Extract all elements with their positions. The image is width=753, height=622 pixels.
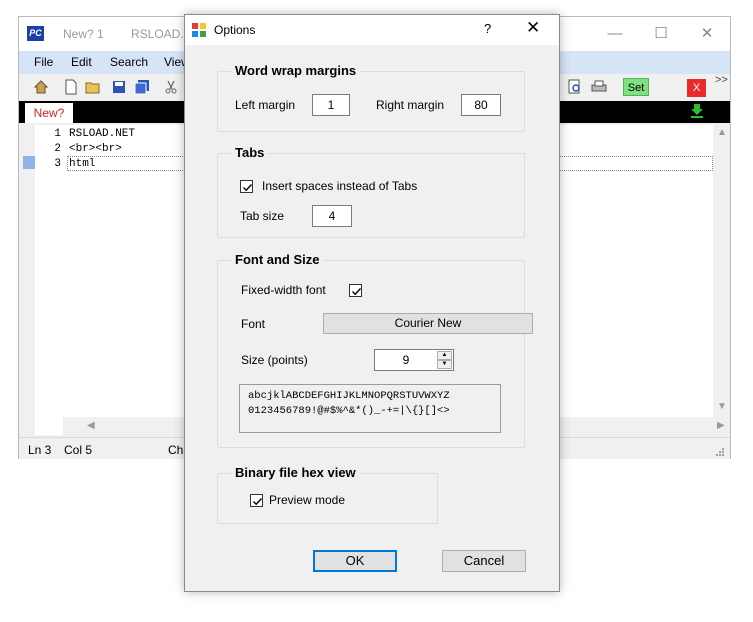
open-folder-icon[interactable] xyxy=(85,79,101,95)
window-close-button[interactable]: ✕ xyxy=(685,21,729,47)
current-line-marker xyxy=(23,156,35,169)
minimize-button[interactable]: — xyxy=(593,21,637,47)
close-document-button[interactable]: X xyxy=(687,79,706,97)
font-label: Font xyxy=(241,317,266,331)
spin-up-icon[interactable]: ▲ xyxy=(437,351,452,360)
scroll-left-icon[interactable]: ◀ xyxy=(87,420,95,431)
tab-new-document[interactable]: New? xyxy=(25,103,73,123)
tab-size-label: Tab size xyxy=(240,209,285,223)
insert-spaces-label[interactable]: Insert spaces instead of Tabs xyxy=(262,179,417,193)
word-wrap-group-title: Word wrap margins xyxy=(231,63,361,78)
preview-mode-label[interactable]: Preview mode xyxy=(269,493,345,507)
dialog-close-button[interactable]: ✕ xyxy=(526,18,540,38)
font-size-group-title: Font and Size xyxy=(231,252,324,267)
right-margin-input[interactable]: 80 xyxy=(461,94,501,116)
ok-button[interactable]: OK xyxy=(313,550,397,572)
size-spinner-buttons: ▲ ▼ xyxy=(437,351,452,369)
size-value[interactable]: 9 xyxy=(375,350,437,370)
insert-spaces-checkbox[interactable] xyxy=(240,180,253,193)
spin-down-icon[interactable]: ▼ xyxy=(437,360,452,369)
save-icon[interactable] xyxy=(111,79,127,95)
left-margin-input[interactable]: 1 xyxy=(312,94,350,116)
dialog-titlebar: Options ? ✕ xyxy=(185,15,559,45)
status-line: Ln 3 xyxy=(28,443,52,457)
cut-icon[interactable] xyxy=(163,79,179,95)
status-column: Col 5 xyxy=(64,443,93,457)
help-button[interactable]: ? xyxy=(484,21,491,36)
home-icon[interactable] xyxy=(33,79,49,95)
line-number-gutter: 1 2 3 xyxy=(21,125,63,435)
word-wrap-group: Word wrap margins Left margin 1 Right ma… xyxy=(217,63,525,132)
menu-search[interactable]: Search xyxy=(110,55,148,69)
resize-grip-icon[interactable] xyxy=(715,447,725,457)
font-preview-line: abcjklABCDEFGHIJKLMNOPQRSTUVWXYZ xyxy=(248,390,450,402)
menu-file[interactable]: File xyxy=(34,55,53,69)
new-file-icon[interactable] xyxy=(63,79,79,95)
scroll-right-icon[interactable]: ▶ xyxy=(717,420,725,431)
left-margin-label: Left margin xyxy=(235,98,296,112)
dialog-title: Options xyxy=(214,23,256,37)
save-all-icon[interactable] xyxy=(134,79,150,95)
vertical-scrollbar[interactable]: ▲ ▼ xyxy=(713,125,730,417)
binary-hex-group: Binary file hex view Preview mode xyxy=(217,465,438,524)
font-select-button[interactable]: Courier New xyxy=(323,313,533,334)
print-icon[interactable] xyxy=(591,79,607,95)
cancel-button[interactable]: Cancel xyxy=(442,550,526,572)
code-line[interactable]: <br><br> xyxy=(69,143,122,155)
line-number: 2 xyxy=(54,143,61,155)
toolbar-overflow-button[interactable]: >> xyxy=(715,74,728,86)
editor-title-document: New? 1 xyxy=(63,27,104,41)
size-spinner[interactable]: 9 ▲ ▼ xyxy=(374,349,454,371)
line-number: 1 xyxy=(54,128,61,140)
font-size-group: Font and Size Fixed-width font Font Cour… xyxy=(217,252,533,448)
fixed-width-checkbox[interactable] xyxy=(349,284,362,297)
binary-hex-group-title: Binary file hex view xyxy=(231,465,360,480)
right-margin-label: Right margin xyxy=(376,98,445,112)
options-dialog: Options ? ✕ Word wrap margins Left margi… xyxy=(184,14,560,592)
set-button[interactable]: Set xyxy=(623,78,649,96)
scroll-down-icon[interactable]: ▼ xyxy=(717,401,727,412)
checkmark-icon xyxy=(253,498,263,506)
options-icon xyxy=(192,23,206,37)
code-line[interactable]: RSLOAD.NET xyxy=(69,128,135,140)
line-number: 3 xyxy=(54,158,61,170)
checkmark-icon xyxy=(243,184,253,192)
preview-mode-checkbox[interactable] xyxy=(250,494,263,507)
scroll-up-icon[interactable]: ▲ xyxy=(717,127,727,138)
font-preview-line: 0123456789!@#$%^&*()_-+=|\{}[]<> xyxy=(248,405,450,417)
print-preview-icon[interactable] xyxy=(567,79,583,95)
font-preview-box: abcjklABCDEFGHIJKLMNOPQRSTUVWXYZ 01234567… xyxy=(239,384,501,433)
size-label: Size (points) xyxy=(241,353,308,367)
download-icon[interactable] xyxy=(690,104,704,119)
menu-edit[interactable]: Edit xyxy=(71,55,92,69)
app-icon: PC xyxy=(27,26,44,41)
tab-size-input[interactable]: 4 xyxy=(312,205,352,227)
fixed-width-label: Fixed-width font xyxy=(241,283,326,297)
maximize-button[interactable]: ☐ xyxy=(639,21,683,47)
tabs-group: Tabs Insert spaces instead of Tabs Tab s… xyxy=(217,145,525,238)
bookmark-margin[interactable] xyxy=(21,125,35,435)
checkmark-icon xyxy=(352,288,362,296)
tabs-group-title: Tabs xyxy=(231,145,269,160)
code-line[interactable]: html xyxy=(69,158,95,170)
